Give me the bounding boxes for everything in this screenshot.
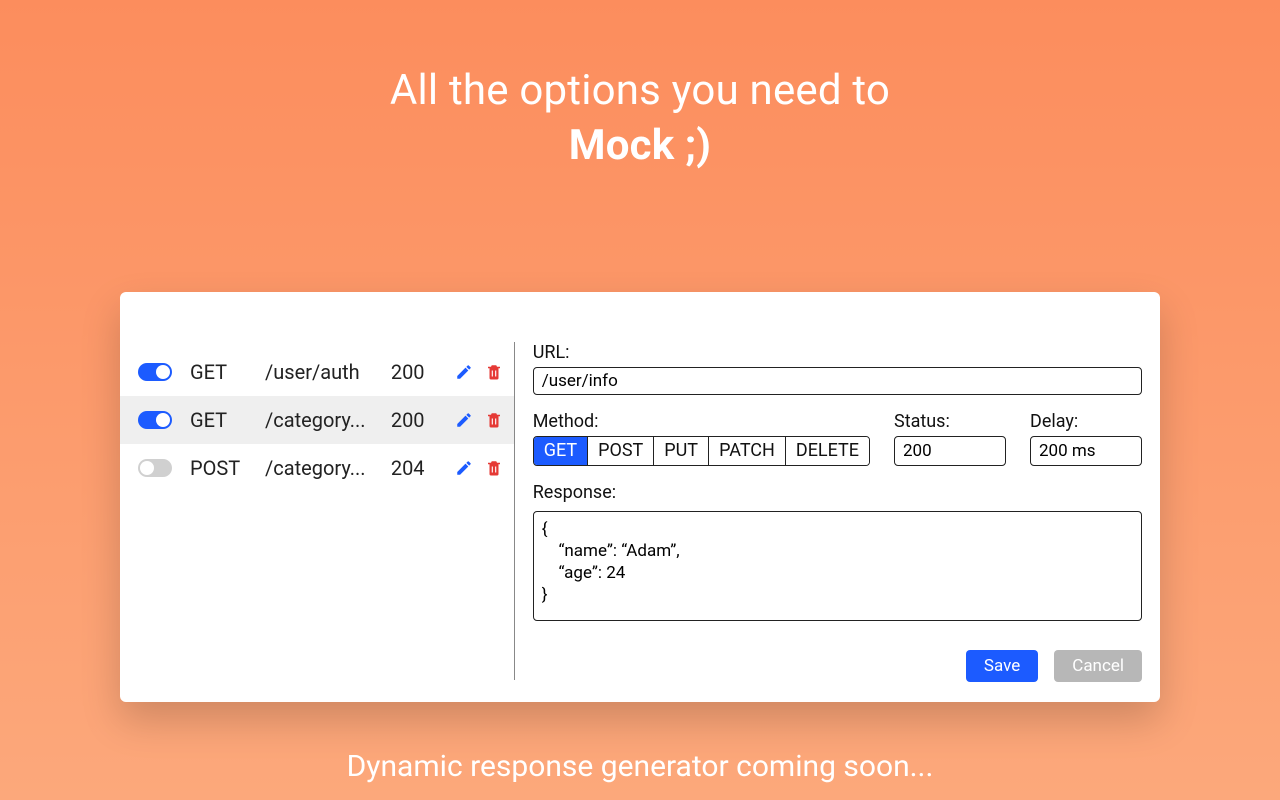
editor-card: GET/user/auth200GET/category...200POST/c… <box>120 292 1160 702</box>
cancel-button[interactable]: Cancel <box>1054 650 1142 682</box>
mock-status: 204 <box>391 456 446 480</box>
delay-input[interactable] <box>1030 436 1142 466</box>
method-post[interactable]: POST <box>588 437 654 465</box>
mock-row[interactable]: GET/category...200 <box>120 396 514 444</box>
edit-icon[interactable] <box>452 408 476 432</box>
footer-text: Dynamic response generator coming soon..… <box>0 749 1280 784</box>
enable-toggle[interactable] <box>138 363 172 381</box>
status-label: Status: <box>894 411 1006 432</box>
mock-path: /category... <box>265 408 391 432</box>
mock-row[interactable]: GET/user/auth200 <box>120 348 514 396</box>
response-label: Response: <box>533 482 1142 503</box>
delete-icon[interactable] <box>482 408 506 432</box>
delete-icon[interactable] <box>482 360 506 384</box>
mock-form: URL: Method: GETPOSTPUTPATCHDELETE Statu… <box>515 292 1160 702</box>
method-label: Method: <box>533 411 870 432</box>
url-label: URL: <box>533 342 1142 363</box>
status-input[interactable] <box>894 436 1006 466</box>
save-button[interactable]: Save <box>966 650 1038 682</box>
mock-method: GET <box>190 360 265 384</box>
method-group: GETPOSTPUTPATCHDELETE <box>533 436 870 466</box>
edit-icon[interactable] <box>452 360 476 384</box>
mock-status: 200 <box>391 360 446 384</box>
mock-path: /category... <box>265 456 391 480</box>
hero-line2: Mock ;) <box>0 121 1280 170</box>
delay-label: Delay: <box>1030 411 1142 432</box>
mock-status: 200 <box>391 408 446 432</box>
hero: All the options you need to Mock ;) <box>0 0 1280 170</box>
hero-line1: All the options you need to <box>0 66 1280 115</box>
edit-icon[interactable] <box>452 456 476 480</box>
enable-toggle[interactable] <box>138 459 172 477</box>
method-patch[interactable]: PATCH <box>709 437 786 465</box>
method-get[interactable]: GET <box>534 437 588 465</box>
response-input[interactable] <box>533 511 1142 621</box>
mock-row[interactable]: POST/category...204 <box>120 444 514 492</box>
mock-method: GET <box>190 408 265 432</box>
url-input[interactable] <box>533 367 1142 395</box>
mock-list: GET/user/auth200GET/category...200POST/c… <box>120 292 514 702</box>
mock-path: /user/auth <box>265 360 391 384</box>
enable-toggle[interactable] <box>138 411 172 429</box>
method-put[interactable]: PUT <box>654 437 709 465</box>
mock-method: POST <box>190 456 265 480</box>
method-delete[interactable]: DELETE <box>786 437 869 465</box>
delete-icon[interactable] <box>482 456 506 480</box>
